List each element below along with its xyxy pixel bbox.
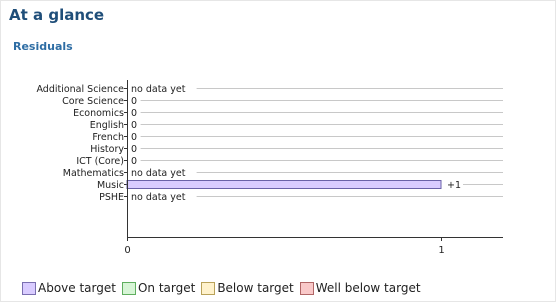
- data-label: 0: [131, 96, 137, 107]
- data-label: 0: [131, 156, 137, 167]
- legend-item: On target: [121, 281, 196, 295]
- data-label: +1: [447, 180, 461, 191]
- legend-swatch: [201, 281, 216, 295]
- category-label: Core Science: [62, 96, 124, 107]
- category-label: PSHE: [99, 192, 124, 203]
- category-label: Additional Science: [36, 84, 124, 95]
- data-label: no data yet: [131, 168, 186, 179]
- legend-item: Below target: [201, 281, 294, 295]
- residuals-chart: Additional Science no data yet Core Scienc…: [36, 80, 503, 256]
- legend-label: On target: [137, 281, 196, 295]
- legend-item: Above target: [22, 281, 116, 295]
- category-label: ICT (Core): [76, 156, 124, 167]
- x-tick-label: 1: [438, 245, 444, 256]
- legend-label: Below target: [217, 281, 294, 295]
- category-label: History: [90, 144, 124, 155]
- data-label: 0: [131, 144, 137, 155]
- category-label: Mathematics: [63, 168, 124, 179]
- legend-item: Well below target: [299, 281, 421, 295]
- category-label: Economics: [73, 108, 124, 119]
- data-label: no data yet: [131, 84, 186, 95]
- category-label: English: [90, 120, 124, 131]
- x-tick-label: 0: [124, 245, 130, 256]
- legend-swatch: [299, 281, 314, 295]
- legend-swatch: [121, 281, 136, 295]
- data-label: 0: [131, 120, 137, 131]
- bar: [126, 180, 442, 189]
- legend-label: Well below target: [315, 281, 421, 295]
- data-label: 0: [131, 132, 137, 143]
- legend-label: Above target: [38, 281, 116, 295]
- data-label: no data yet: [131, 192, 186, 203]
- data-label: 0: [131, 108, 137, 119]
- category-label: French: [92, 132, 124, 143]
- legend-swatch: [22, 281, 36, 295]
- category-label: Music: [97, 180, 124, 191]
- chart-legend: Above target On target Below target Well be…: [22, 281, 427, 295]
